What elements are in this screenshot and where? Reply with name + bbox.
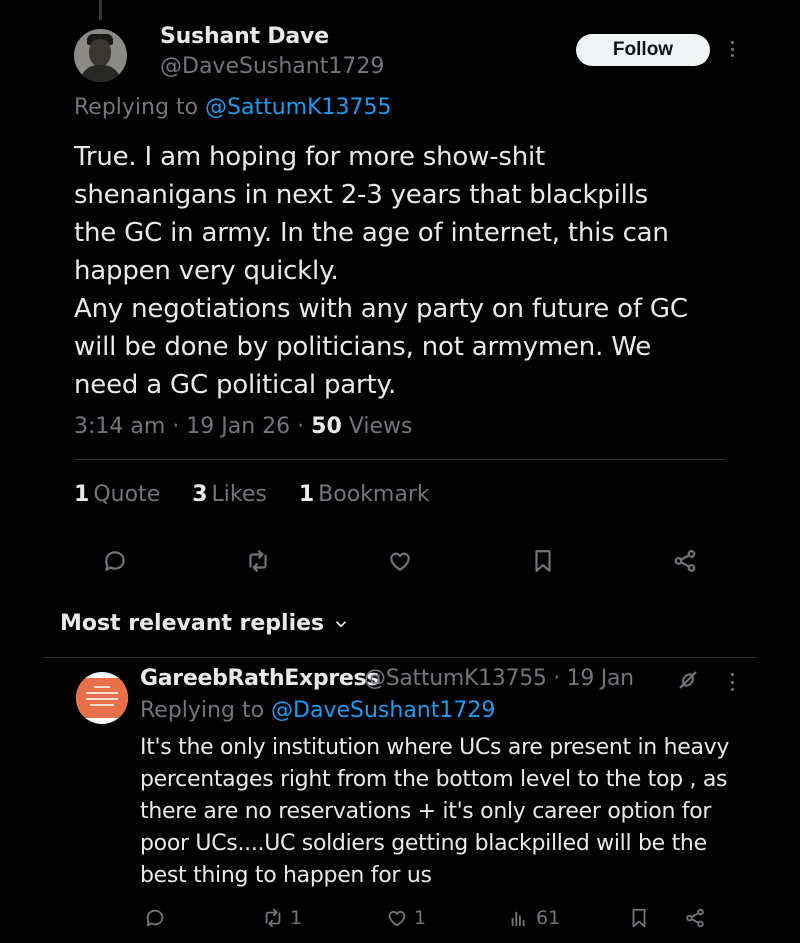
like-count: 1	[414, 907, 427, 929]
replying-to-link[interactable]: @DaveSushant1729	[271, 698, 495, 723]
replies-sort-label: Most relevant replies	[60, 611, 325, 636]
stat-number: 1	[298, 482, 315, 507]
like-icon	[388, 910, 406, 927]
replying-prefix: Replying to	[74, 95, 199, 120]
reply-icon	[146, 909, 164, 927]
reply-icon[interactable]	[100, 546, 130, 576]
author-name[interactable]: Sushant Dave	[160, 24, 329, 49]
stat-quotes[interactable]: 1 Quote	[74, 482, 160, 507]
reply-bookmark-button[interactable]	[628, 904, 650, 932]
divider	[42, 657, 758, 658]
like-icon[interactable]	[385, 546, 415, 576]
reply-views-button[interactable]: 61	[508, 904, 560, 932]
stat-label: Likes	[211, 482, 267, 507]
tweet-text: True. I am hoping for more show-shit she…	[74, 142, 688, 400]
views-count: 50	[311, 414, 342, 439]
stat-number: 1	[74, 482, 90, 507]
stat-number: 3	[192, 482, 208, 507]
share-icon[interactable]	[670, 546, 700, 576]
views-icon	[511, 911, 525, 927]
more-options-icon[interactable]	[722, 38, 742, 60]
reply-author-name[interactable]: GareebRathExpress	[140, 666, 379, 691]
replying-to-link[interactable]: @SattumK13755	[205, 95, 391, 120]
divider	[74, 459, 726, 460]
bookmark-icon	[632, 908, 646, 928]
replying-to: Replying to @SattumK13755	[74, 95, 392, 120]
stat-likes[interactable]: 3 Likes	[192, 482, 267, 507]
stat-bookmarks[interactable]: 1 Bookmark	[299, 482, 430, 507]
replying-prefix: Replying to	[140, 698, 265, 723]
tweet-meta: 3:14 am · 19 Jan 26 · 50 Views	[74, 414, 412, 439]
chevron-down-icon	[336, 620, 347, 627]
bookmark-icon[interactable]	[528, 546, 558, 576]
share-icon	[686, 908, 704, 928]
tweet-timestamp[interactable]: 3:14 am · 19 Jan 26 ·	[74, 414, 311, 439]
reply-retweet-button[interactable]: 1	[262, 904, 302, 932]
follow-button[interactable]: Follow	[576, 34, 710, 66]
retweet-count: 1	[290, 907, 303, 929]
author-handle[interactable]: @DaveSushant1729	[160, 54, 384, 79]
reply-text: It's the only institution where UCs are …	[140, 735, 730, 888]
reply-share-button[interactable]	[684, 904, 706, 932]
views-label: Views	[341, 414, 413, 439]
avatar-coat-shape	[80, 65, 121, 82]
stat-label: Bookmark	[318, 482, 430, 507]
reply-author-handle[interactable]: @SattumK13755 · 19 Jan	[364, 666, 634, 691]
stat-label: Quote	[93, 482, 161, 507]
avatar-banner-shape	[76, 678, 128, 718]
reply-like-button[interactable]: 1	[386, 904, 426, 932]
views-count: 61	[536, 907, 561, 929]
reply-more-options-icon[interactable]	[722, 671, 742, 693]
thread-connector-line	[99, 0, 102, 20]
retweet-icon[interactable]	[243, 546, 273, 576]
avatar-face-shape	[89, 39, 111, 67]
tweet-stats: 1 Quote 3 Likes 1 Bookmark	[74, 482, 462, 507]
author-avatar[interactable]	[74, 29, 127, 82]
retweet-icon	[265, 908, 281, 928]
grok-icon[interactable]	[676, 668, 700, 692]
reply-replying-to: Replying to @DaveSushant1729	[140, 698, 495, 723]
reply-reply-button[interactable]	[144, 904, 166, 932]
reply-author-avatar[interactable]	[76, 672, 128, 724]
replies-sort-dropdown[interactable]: Most relevant replies	[60, 611, 350, 636]
